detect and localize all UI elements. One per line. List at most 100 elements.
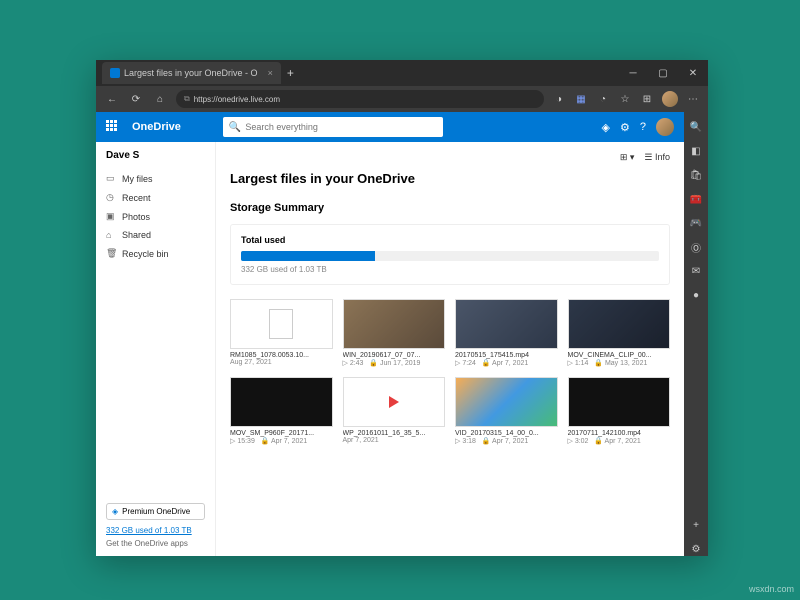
back-button[interactable]: ← — [104, 91, 120, 107]
collections-icon[interactable]: ⊞ — [640, 92, 654, 106]
settings-icon[interactable]: ⚙ — [620, 121, 630, 134]
trash-icon: 🗑 — [106, 248, 116, 259]
favorites-icon[interactable]: ☆ — [618, 92, 632, 106]
premium-label: Premium OneDrive — [122, 507, 190, 516]
sidebar-spotify-icon[interactable]: ● — [689, 288, 703, 302]
file-thumbnail — [568, 377, 671, 427]
sidebar-item-my-files[interactable]: ▭My files — [106, 169, 205, 188]
folder-icon: ▭ — [106, 173, 116, 184]
file-item[interactable]: WIN_20190617_07_07...▷ 2:43 🔒 Jun 17, 20… — [343, 299, 446, 367]
premium-icon[interactable]: ◈ — [602, 121, 610, 134]
storage-link[interactable]: 332 GB used of 1.03 TB — [106, 526, 205, 535]
sidebar-item-recycle-bin[interactable]: 🗑 Recycle bin — [106, 244, 205, 263]
play-icon — [389, 396, 399, 408]
nav-label: Recent — [122, 193, 151, 203]
page-title: Largest files in your OneDrive — [230, 171, 670, 186]
sidebar-games-icon[interactable]: 🎮 — [689, 216, 703, 230]
user-name: Dave S — [106, 150, 205, 161]
sidebar-add-icon[interactable]: + — [689, 518, 703, 532]
file-item[interactable]: WP_20161011_16_35_5...Apr 7, 2021 — [343, 377, 446, 445]
close-tab-icon[interactable]: × — [268, 68, 273, 78]
help-icon[interactable]: ? — [640, 121, 646, 133]
view-toggle[interactable]: ⊞ ▾ — [620, 152, 635, 163]
sidebar-tools-icon[interactable]: 🧰 — [689, 192, 703, 206]
file-meta: Aug 27, 2021 — [230, 359, 333, 366]
info-toggle[interactable]: ☰ Info — [644, 152, 670, 163]
file-item[interactable]: MOV_SM_P960F_20171...▷ 15:39 🔒 Apr 7, 20… — [230, 377, 333, 445]
nav-label: Recycle bin — [122, 249, 169, 259]
sidebar-shopping-icon[interactable]: 🛍 — [689, 168, 703, 182]
file-name: RM1085_1078.0053.10... — [230, 352, 333, 359]
file-item[interactable]: 20170515_175415.mp4▷ 7:24 🔒 Apr 7, 2021 — [455, 299, 558, 367]
search-icon: 🔍 — [229, 122, 241, 133]
file-meta: ▷ 3:02 🔒 Apr 7, 2021 — [568, 437, 671, 445]
file-thumbnail — [568, 299, 671, 349]
file-name: VID_20170315_14_00_0... — [455, 430, 558, 437]
file-item[interactable]: 20170711_142100.mp4▷ 3:02 🔒 Apr 7, 2021 — [568, 377, 671, 445]
profile-avatar[interactable] — [662, 91, 678, 107]
file-name: 20170515_175415.mp4 — [455, 352, 558, 359]
account-avatar[interactable] — [656, 118, 674, 136]
brand-name: OneDrive — [132, 121, 181, 133]
premium-button[interactable]: ◈ Premium OneDrive — [106, 503, 205, 520]
get-apps-link[interactable]: Get the OneDrive apps — [106, 539, 205, 548]
sidebar-tool-icon[interactable]: ◧ — [689, 144, 703, 158]
clock-icon: ◷ — [106, 192, 116, 203]
sidebar-item-shared[interactable]: ⌂ Shared — [106, 226, 205, 244]
shopping-icon[interactable]: ◔ — [596, 92, 610, 106]
file-name: WIN_20190617_07_07... — [343, 352, 446, 359]
file-item[interactable]: VID_20170315_14_00_0...▷ 3:18 🔒 Apr 7, 2… — [455, 377, 558, 445]
file-name: MOV_SM_P960F_20171... — [230, 430, 333, 437]
file-item[interactable]: RM1085_1078.0053.10...Aug 27, 2021 — [230, 299, 333, 367]
address-bar: ← ⟳ ⌂ ⧉ https://onedrive.live.com ◑ ▦ ◔ … — [96, 86, 708, 112]
file-thumbnail — [455, 377, 558, 427]
file-thumbnail — [230, 377, 333, 427]
nav-label: Photos — [122, 212, 150, 222]
total-used-label: Total used — [241, 235, 659, 245]
file-meta: ▷ 1:14 🔒 May 13, 2021 — [568, 359, 671, 367]
titlebar: Largest files in your OneDrive - O × + ─… — [96, 60, 708, 86]
browser-window: Largest files in your OneDrive - O × + ─… — [96, 60, 708, 556]
file-meta: Apr 7, 2021 — [343, 437, 446, 444]
edge-sidebar: 🔍 ◧ 🛍 🧰 🎮 Ⓞ ✉ ● + ⚙ — [684, 112, 708, 556]
file-item[interactable]: MOV_CINEMA_CLIP_00...▷ 1:14 🔒 May 13, 20… — [568, 299, 671, 367]
file-thumbnail — [230, 299, 333, 349]
sidebar-settings-icon[interactable]: ⚙ — [689, 542, 703, 556]
sidebar-item-photos[interactable]: ▣ Photos — [106, 207, 205, 226]
file-meta: ▷ 3:18 🔒 Apr 7, 2021 — [455, 437, 558, 445]
search-box[interactable]: 🔍 — [223, 117, 443, 137]
close-window-button[interactable]: ✕ — [678, 60, 708, 86]
watermark: wsxdn.com — [749, 584, 794, 594]
nav-label: Shared — [122, 230, 151, 240]
lock-icon: ⧉ — [184, 94, 190, 104]
new-tab-button[interactable]: + — [287, 66, 294, 80]
sidebar-item-recent[interactable]: ◷ Recent — [106, 188, 205, 207]
home-button[interactable]: ⌂ — [152, 91, 168, 107]
file-thumbnail — [343, 299, 446, 349]
file-meta: ▷ 7:24 🔒 Apr 7, 2021 — [455, 359, 558, 367]
photo-icon: ▣ — [106, 211, 116, 222]
tab-title: Largest files in your OneDrive - O — [124, 68, 258, 78]
main-body: ⊞ ▾ ☰ Info Largest files in your OneDriv… — [216, 142, 684, 556]
tracking-icon[interactable]: ◑ — [552, 92, 566, 106]
sidebar-office-icon[interactable]: Ⓞ — [689, 240, 703, 254]
app-launcher-icon[interactable] — [106, 120, 120, 134]
file-name: MOV_CINEMA_CLIP_00... — [568, 352, 671, 359]
people-icon: ⌂ — [106, 230, 116, 240]
sidebar-search-icon[interactable]: 🔍 — [689, 120, 703, 134]
refresh-button[interactable]: ⟳ — [128, 91, 144, 107]
search-input[interactable] — [245, 122, 437, 132]
maximize-button[interactable]: ▢ — [648, 60, 678, 86]
files-grid: RM1085_1078.0053.10...Aug 27, 2021WIN_20… — [230, 299, 670, 445]
storage-text: 332 GB used of 1.03 TB — [241, 265, 659, 274]
sidebar-outlook-icon[interactable]: ✉ — [689, 264, 703, 278]
suite-header: OneDrive 🔍 ◈ ⚙ ? — [96, 112, 684, 142]
app-area: OneDrive 🔍 ◈ ⚙ ? Dave S ▭My files ◷ Recent… — [96, 112, 708, 556]
storage-card: Total used 332 GB used of 1.03 TB — [230, 224, 670, 285]
more-icon[interactable]: ⋯ — [686, 92, 700, 106]
browser-tab[interactable]: Largest files in your OneDrive - O × — [102, 62, 281, 84]
url-box[interactable]: ⧉ https://onedrive.live.com — [176, 90, 544, 108]
extension-icon[interactable]: ▦ — [574, 92, 588, 106]
file-name: 20170711_142100.mp4 — [568, 430, 671, 437]
minimize-button[interactable]: ─ — [618, 60, 648, 86]
